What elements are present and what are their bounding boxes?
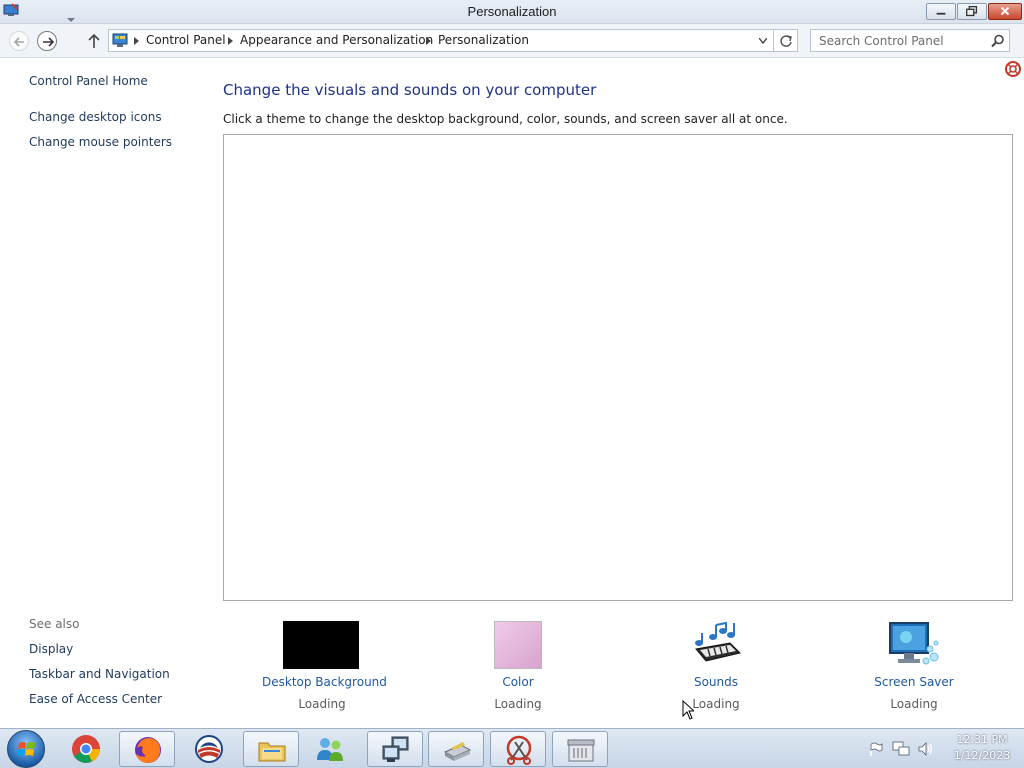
snipping-tool-button[interactable] — [490, 731, 546, 767]
window-title: Personalization — [467, 4, 557, 19]
sounds-label[interactable]: Sounds — [676, 675, 756, 689]
mouse-cursor-icon — [682, 700, 694, 720]
campaign-app-button[interactable] — [181, 731, 237, 767]
users-button[interactable] — [302, 731, 358, 767]
file-explorer-button[interactable] — [243, 731, 299, 767]
breadcrumb-personalization[interactable]: Personalization — [438, 33, 529, 47]
search-input[interactable]: Search Control Panel — [819, 34, 944, 48]
change-mouse-pointers-link[interactable]: Change mouse pointers — [29, 135, 172, 149]
clock-time: 12:31 PM — [956, 733, 1008, 746]
search-box[interactable]: Search Control Panel — [810, 29, 1010, 52]
page-title: Change the visuals and sounds on your co… — [223, 81, 597, 99]
breadcrumb-separator-icon[interactable] — [228, 37, 233, 45]
page-subtitle: Click a theme to change the desktop back… — [223, 112, 788, 126]
desktop-background-status: Loading — [298, 697, 346, 711]
color-swatch-icon — [494, 621, 542, 669]
desktop-background-label[interactable]: Desktop Background — [262, 675, 387, 689]
volume-icon[interactable] — [917, 741, 935, 757]
forward-button[interactable] — [37, 31, 57, 51]
archive-button[interactable] — [552, 731, 608, 767]
screen-saver-icon — [889, 622, 939, 665]
remote-desktop-icon — [382, 736, 409, 762]
chrome-button[interactable] — [58, 731, 114, 767]
minimize-icon — [936, 12, 946, 15]
theme-list[interactable] — [223, 134, 1013, 601]
help-icon[interactable] — [1005, 61, 1021, 77]
breadcrumb-control-panel[interactable]: Control Panel — [146, 33, 226, 47]
desktop-background-icon — [283, 621, 359, 669]
color-label[interactable]: Color — [478, 675, 558, 689]
close-button[interactable] — [988, 3, 1022, 20]
printer-button[interactable] — [428, 731, 484, 767]
desktop-background-tile[interactable]: Desktop Background Loading — [262, 619, 387, 715]
control-panel-home-link[interactable]: Control Panel Home — [29, 74, 148, 88]
taskbar-navigation-link[interactable]: Taskbar and Navigation — [29, 667, 170, 681]
change-desktop-icons-link[interactable]: Change desktop icons — [29, 110, 162, 124]
close-icon — [1000, 6, 1010, 16]
see-also-label: See also — [29, 617, 80, 631]
refresh-icon — [780, 35, 792, 47]
chrome-icon — [72, 735, 100, 763]
firefox-button[interactable] — [119, 731, 175, 767]
color-status: Loading — [494, 697, 542, 711]
screen-saver-tile[interactable]: Screen Saver Loading — [864, 619, 964, 715]
snipping-tool-icon — [506, 735, 532, 765]
color-tile[interactable]: Color Loading — [478, 619, 558, 715]
title-bar: Personalization — [0, 0, 1024, 24]
forward-arrow-icon — [43, 37, 55, 47]
action-center-flag-icon[interactable] — [868, 741, 884, 757]
system-clock[interactable]: 12:31 PM 1/12/2023 — [946, 732, 1018, 764]
address-dropdown-icon[interactable] — [759, 38, 767, 44]
control-panel-icon — [112, 33, 128, 47]
address-bar[interactable]: Control Panel Appearance and Personaliza… — [108, 29, 774, 52]
printer-icon — [443, 742, 472, 761]
navigation-bar: Control Panel Appearance and Personaliza… — [0, 24, 1024, 58]
breadcrumb-separator-icon[interactable] — [134, 37, 139, 45]
screen-saver-status: Loading — [890, 697, 938, 711]
refresh-button[interactable] — [774, 29, 798, 52]
archive-icon — [567, 739, 595, 762]
start-button[interactable] — [7, 730, 45, 768]
clock-date: 1/12/2023 — [953, 749, 1011, 762]
taskbar: 12:31 PM 1/12/2023 — [0, 728, 1024, 768]
network-icon[interactable] — [892, 741, 910, 757]
ease-of-access-link[interactable]: Ease of Access Center — [29, 692, 162, 706]
restore-icon — [966, 5, 978, 17]
back-arrow-icon — [13, 37, 24, 47]
obama-logo-icon — [195, 735, 223, 763]
windows-logo-icon — [17, 742, 35, 756]
breadcrumb-appearance[interactable]: Appearance and Personalization — [240, 33, 433, 47]
file-explorer-icon — [258, 742, 286, 762]
display-link[interactable]: Display — [29, 642, 73, 656]
back-button[interactable] — [9, 31, 29, 51]
minimize-button[interactable] — [926, 3, 956, 20]
screen-saver-label[interactable]: Screen Saver — [864, 675, 964, 689]
search-icon[interactable] — [991, 34, 1005, 48]
firefox-icon — [135, 737, 161, 763]
restore-button[interactable] — [957, 3, 987, 20]
sounds-icon — [695, 621, 741, 662]
up-arrow-icon[interactable] — [86, 32, 102, 50]
users-icon — [317, 738, 343, 761]
remote-desktop-button[interactable] — [367, 731, 423, 767]
breadcrumb-separator-icon[interactable] — [426, 37, 431, 45]
